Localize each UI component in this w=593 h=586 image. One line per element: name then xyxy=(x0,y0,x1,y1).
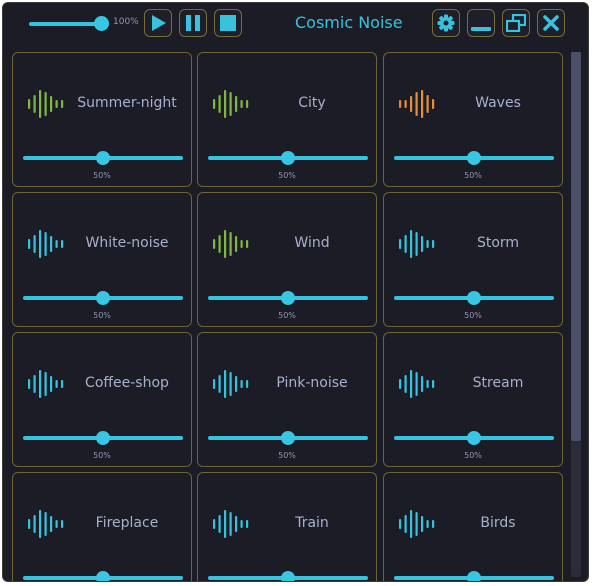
sound-card[interactable]: Birds50% xyxy=(383,472,563,581)
volume-slider-pink-noise[interactable] xyxy=(208,431,368,445)
volume-knob[interactable] xyxy=(467,151,481,165)
sound-card[interactable]: Stream 50% xyxy=(383,332,563,467)
volume-slider-summer-night[interactable] xyxy=(23,151,183,165)
sound-card[interactable]: Pink-noise 50% xyxy=(197,332,377,467)
volume-slider-white-noise[interactable] xyxy=(23,291,183,305)
volume-slider-waves[interactable] xyxy=(394,151,554,165)
waveform-icon[interactable] xyxy=(212,228,252,260)
sound-name-coffee-shop: Coffee-shop xyxy=(85,375,169,391)
pause-icon xyxy=(186,15,200,31)
gear-icon xyxy=(437,14,455,32)
volume-slider-fireplace[interactable] xyxy=(23,571,183,581)
volume-value: 50% xyxy=(93,171,111,180)
restore-button[interactable] xyxy=(502,9,530,37)
volume-slider-wind[interactable] xyxy=(208,291,368,305)
waveform-icon[interactable] xyxy=(398,508,438,540)
volume-slider-stream[interactable] xyxy=(394,431,554,445)
volume-slider-city[interactable] xyxy=(208,151,368,165)
volume-knob[interactable] xyxy=(281,571,295,581)
volume-slider-birds[interactable] xyxy=(394,571,554,581)
sound-card[interactable]: Wind 50% xyxy=(197,192,377,327)
waveform-icon[interactable] xyxy=(398,88,438,120)
sound-name-city: City xyxy=(298,95,326,111)
waveform-icon[interactable] xyxy=(27,228,67,260)
restore-icon xyxy=(506,14,526,32)
minimize-button[interactable] xyxy=(467,9,495,37)
volume-value: 50% xyxy=(278,171,296,180)
volume-knob[interactable] xyxy=(467,291,481,305)
header-bar: 100% Cosmic Noise xyxy=(3,3,588,45)
sound-name-summer-night: Summer-night xyxy=(77,95,177,111)
sound-name-birds: Birds xyxy=(480,515,516,531)
volume-knob[interactable] xyxy=(467,431,481,445)
app-title: Cosmic Noise xyxy=(295,13,403,32)
volume-value: 50% xyxy=(464,171,482,180)
waveform-icon[interactable] xyxy=(212,88,252,120)
sound-card[interactable]: Train50% xyxy=(197,472,377,581)
sound-card[interactable]: White-noise 50% xyxy=(12,192,192,327)
volume-knob[interactable] xyxy=(96,431,110,445)
sound-name-storm: Storm xyxy=(476,235,520,251)
pause-button[interactable] xyxy=(179,9,207,37)
settings-button[interactable] xyxy=(432,9,460,37)
scrollbar-thumb[interactable] xyxy=(571,52,581,441)
sound-card[interactable]: Waves 50% xyxy=(383,52,563,187)
master-volume-slider[interactable] xyxy=(27,16,109,32)
volume-knob[interactable] xyxy=(281,291,295,305)
volume-slider-storm[interactable] xyxy=(394,291,554,305)
volume-knob[interactable] xyxy=(281,431,295,445)
play-icon xyxy=(152,15,166,31)
sound-grid: Summer-night 50% City 50% Waves 50% White-nois… xyxy=(12,52,564,581)
close-button[interactable] xyxy=(537,9,565,37)
sound-name-white-noise: White-noise xyxy=(85,235,169,251)
waveform-icon[interactable] xyxy=(212,508,252,540)
waveform-icon[interactable] xyxy=(27,508,67,540)
sound-name-pink-noise: Pink-noise xyxy=(276,375,348,391)
volume-knob[interactable] xyxy=(96,151,110,165)
sound-card[interactable]: City 50% xyxy=(197,52,377,187)
sound-card[interactable]: Fireplace50% xyxy=(12,472,192,581)
sound-card[interactable]: Summer-night 50% xyxy=(12,52,192,187)
sound-name-waves: Waves xyxy=(475,95,521,111)
volume-value: 50% xyxy=(278,451,296,460)
sound-name-wind: Wind xyxy=(294,235,330,251)
volume-slider-train[interactable] xyxy=(208,571,368,581)
volume-value: 50% xyxy=(93,311,111,320)
waveform-icon[interactable] xyxy=(27,368,67,400)
volume-slider-coffee-shop[interactable] xyxy=(23,431,183,445)
sound-name-train: Train xyxy=(295,515,329,531)
stop-button[interactable] xyxy=(214,9,242,37)
waveform-icon[interactable] xyxy=(398,228,438,260)
volume-knob[interactable] xyxy=(96,571,110,581)
stop-icon xyxy=(220,15,236,31)
volume-knob[interactable] xyxy=(96,291,110,305)
minimize-icon xyxy=(471,27,491,31)
volume-value: 50% xyxy=(464,311,482,320)
scrollbar[interactable] xyxy=(571,52,581,577)
play-button[interactable] xyxy=(144,9,172,37)
waveform-icon[interactable] xyxy=(27,88,67,120)
volume-value: 50% xyxy=(464,451,482,460)
volume-knob[interactable] xyxy=(467,571,481,581)
sound-card[interactable]: Coffee-shop 50% xyxy=(12,332,192,467)
sound-card[interactable]: Storm 50% xyxy=(383,192,563,327)
volume-knob[interactable] xyxy=(281,151,295,165)
master-volume-knob[interactable] xyxy=(94,16,109,31)
volume-value: 50% xyxy=(93,451,111,460)
waveform-icon[interactable] xyxy=(212,368,252,400)
sound-name-stream: Stream xyxy=(472,375,524,391)
master-volume-value: 100% xyxy=(113,17,139,27)
sound-name-fireplace: Fireplace xyxy=(95,515,159,531)
app-window: 100% Cosmic Noise Summer-night 50% City … xyxy=(2,2,589,582)
close-icon xyxy=(543,15,559,31)
waveform-icon[interactable] xyxy=(398,368,438,400)
volume-value: 50% xyxy=(278,311,296,320)
